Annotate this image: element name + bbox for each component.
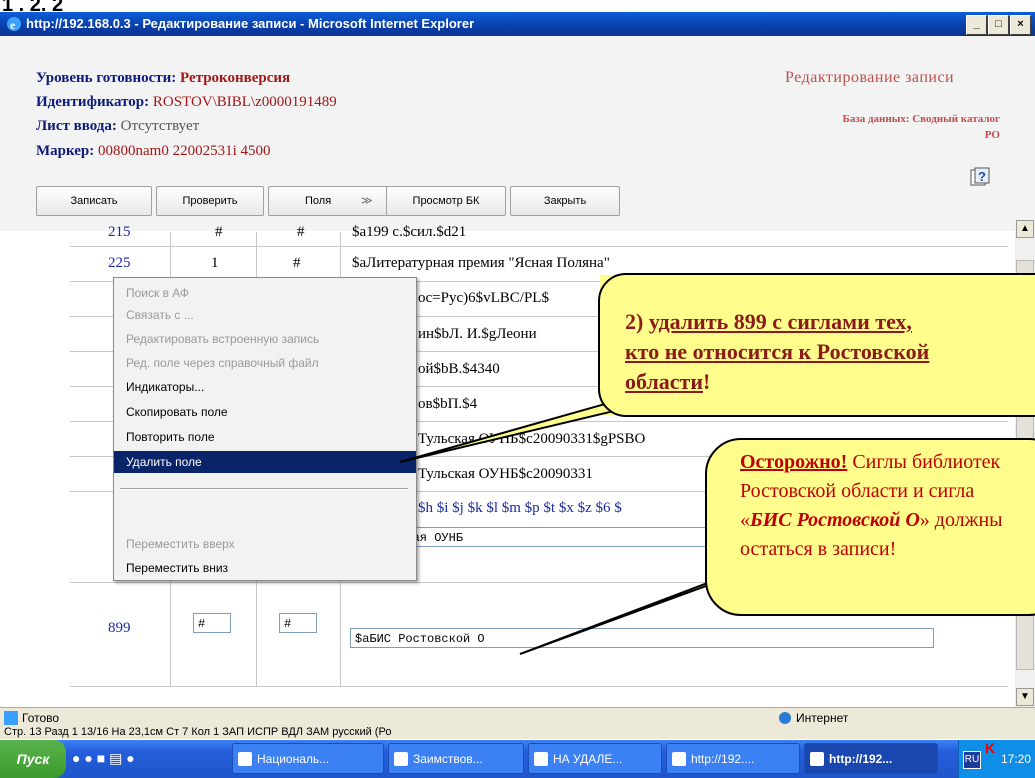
taskbar-item[interactable]: НА УДАЛЕ... [528,743,662,774]
status-text: Готово [22,711,60,725]
word-icon[interactable]: ■ [97,750,105,766]
system-tray: RU K 17:20 [958,740,1035,778]
word-status-text: Стр. 13 Разд 1 13/16 На 23,1см Ст 7 Кол … [4,727,392,738]
folder-icon [534,752,548,766]
callout-warning-text: Осторожно! Сиглы библиотек Ростовской об… [740,451,1003,560]
word-statusbar: Стр. 13 Разд 1 13/16 На 23,1см Ст 7 Кол … [0,727,1035,739]
ie-icon [810,752,824,766]
kaspersky-icon[interactable]: K [985,740,995,756]
taskbar-item[interactable]: http://192.... [666,743,800,774]
notepad-icon[interactable]: ▤ [109,750,122,766]
quick-launch: ● ● ■ ▤ ● [72,746,232,770]
browser-statusbar: Готово Интернет [0,707,1035,728]
firefox-icon[interactable]: ● [126,750,134,766]
clock: 17:20 [1001,752,1032,766]
ie-icon [238,752,252,766]
ie-icon[interactable]: ● [72,750,80,766]
taskbar-item-active[interactable]: http://192... [804,743,938,774]
outlook-icon[interactable]: ● [84,750,92,766]
start-button[interactable]: Пуск [0,740,66,778]
security-zone: Интернет [796,711,849,725]
word-icon [394,752,408,766]
globe-icon [779,712,791,724]
taskbar-item[interactable]: Националь... [232,743,384,774]
ie-icon [672,752,686,766]
taskbar-item[interactable]: Заимствов... [388,743,524,774]
ie-page-icon [4,711,18,725]
language-indicator[interactable]: RU [963,751,981,769]
callout-delete-899-text: 2) удалить 899 с сиглами тех, кто не отн… [625,309,930,394]
